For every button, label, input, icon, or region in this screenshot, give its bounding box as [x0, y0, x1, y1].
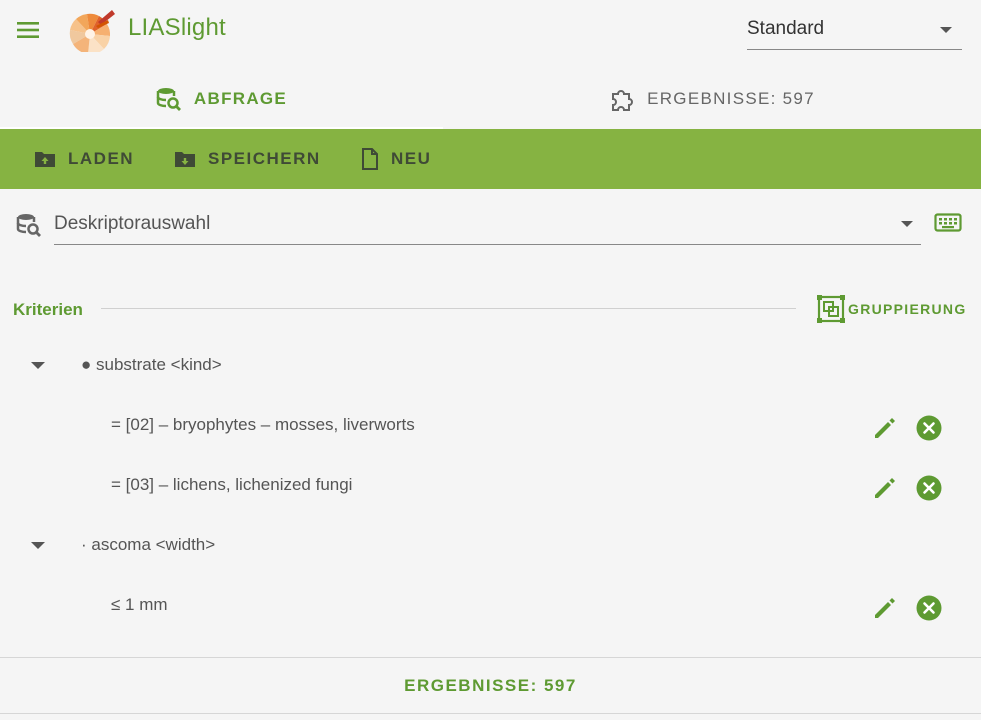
tab-results-label: ERGEBNISSE: 597 [647, 89, 815, 108]
criteria-row: = [03] – lichens, lichenized fungi [0, 457, 981, 517]
load-button[interactable]: LADEN [34, 129, 134, 189]
grouping-button-label: GRUPPIERUNG [848, 301, 967, 317]
results-footer-label: ERGEBNISSE: 597 [404, 675, 577, 695]
puzzle-icon [609, 86, 635, 112]
preset-select-value: Standard [747, 18, 825, 39]
main-tabs: ABFRAGE ERGEBNISSE: 597 [0, 70, 981, 130]
folder-download-icon [174, 150, 196, 168]
app-bar: LIASlight Standard [0, 0, 981, 64]
new-button-label: NEU [391, 149, 432, 168]
hamburger-menu-icon[interactable] [14, 16, 42, 44]
tab-results[interactable]: ERGEBNISSE: 597 [443, 70, 981, 128]
save-button[interactable]: SPEICHERN [174, 129, 321, 189]
criteria-title: Kriterien [13, 300, 83, 319]
file-icon [361, 148, 379, 170]
collapse-caret-icon[interactable] [31, 542, 45, 549]
tab-query-label: ABFRAGE [193, 89, 288, 108]
close-circle-icon[interactable] [916, 415, 942, 441]
criteria-row-text: · ascoma <width> [81, 535, 216, 554]
criteria-divider [101, 308, 796, 309]
criteria-row-text: ≤ 1 mm [111, 595, 168, 614]
grouping-button[interactable]: GRUPPIERUNG [816, 293, 967, 325]
criteria-row-text: = [02] – bryophytes – mosses, liverworts [111, 415, 415, 434]
results-footer-button[interactable]: ERGEBNISSE: 597 [0, 657, 981, 714]
criteria-row: · ascoma <width> [0, 517, 981, 577]
action-toolbar: LADEN SPEICHERN NEU [0, 129, 981, 189]
database-search-icon [156, 86, 182, 112]
descriptor-select[interactable]: Deskriptorauswahl [54, 205, 921, 245]
close-circle-icon[interactable] [916, 475, 942, 501]
new-button[interactable]: NEU [361, 129, 431, 189]
criteria-row-text: = [03] – lichens, lichenized fungi [111, 475, 353, 494]
chevron-down-icon [940, 27, 952, 33]
tab-query[interactable]: ABFRAGE [0, 70, 443, 128]
save-button-label: SPEICHERN [208, 149, 321, 168]
pencil-icon[interactable] [872, 595, 898, 621]
folder-upload-icon [34, 150, 56, 168]
preset-select[interactable]: Standard [747, 12, 962, 50]
load-button-label: LADEN [68, 149, 135, 168]
chevron-down-icon [901, 221, 913, 227]
criteria-row: = [02] – bryophytes – mosses, liverworts [0, 397, 981, 457]
close-circle-icon[interactable] [916, 595, 942, 621]
descriptor-select-value: Deskriptorauswahl [54, 213, 211, 234]
pencil-icon[interactable] [872, 415, 898, 441]
database-search-icon [16, 212, 42, 238]
criteria-row: ≤ 1 mm [0, 577, 981, 637]
criteria-row: ● substrate <kind> [0, 337, 981, 397]
app-title: LIASlight [128, 14, 226, 41]
pencil-icon[interactable] [872, 475, 898, 501]
keyboard-icon[interactable] [934, 212, 962, 234]
collapse-caret-icon[interactable] [31, 362, 45, 369]
app-logo [68, 8, 118, 55]
criteria-row-text: ● substrate <kind> [81, 355, 222, 374]
group-icon [816, 294, 846, 324]
